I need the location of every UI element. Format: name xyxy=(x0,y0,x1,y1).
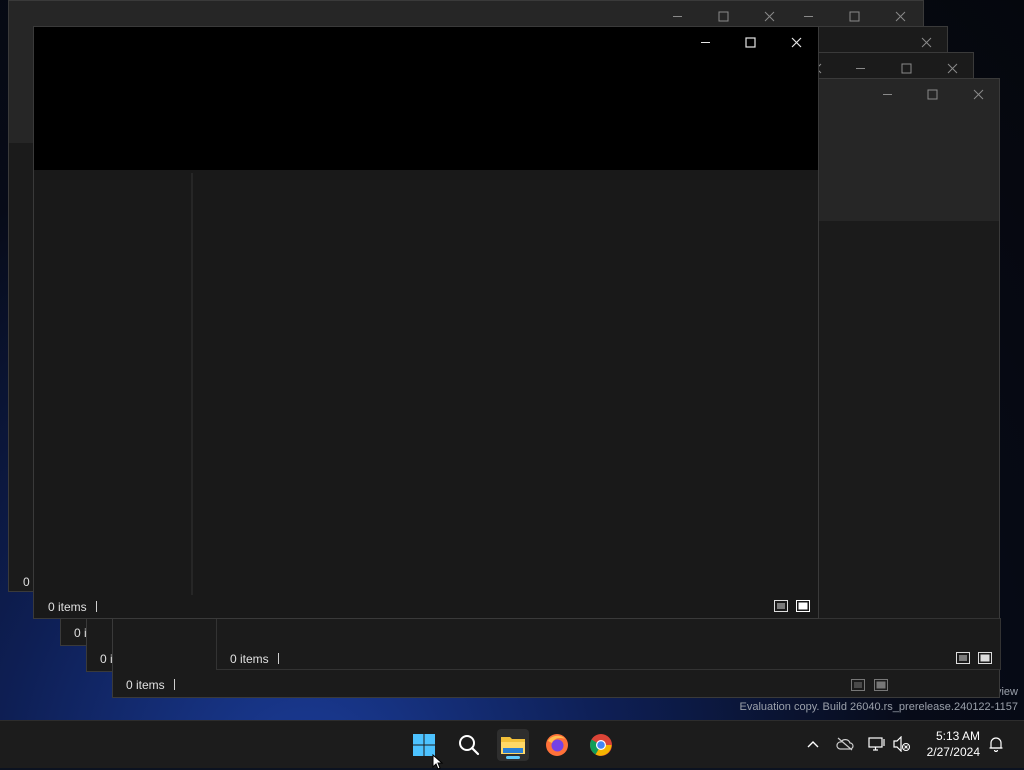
content-pane[interactable] xyxy=(194,170,818,595)
clock[interactable]: 5:13 AM 2/27/2024 xyxy=(927,728,980,760)
status-item-count: 0 items xyxy=(126,678,175,692)
navigation-pane-splitter[interactable] xyxy=(191,173,193,595)
clock-date: 2/27/2024 xyxy=(926,745,980,759)
minimize-button[interactable] xyxy=(682,27,728,57)
file-explorer-window[interactable]: 0 items xyxy=(33,26,819,619)
network-icon xyxy=(868,737,885,751)
navigation-pane[interactable] xyxy=(34,170,191,595)
clock-time: 5:13 AM xyxy=(935,729,980,743)
close-button[interactable] xyxy=(773,27,819,57)
close-button[interactable] xyxy=(955,79,1001,109)
large-icons-view-icon[interactable] xyxy=(978,652,992,664)
minimize-button[interactable] xyxy=(864,79,910,109)
bell-icon xyxy=(989,737,1003,752)
maximize-button[interactable] xyxy=(909,79,955,109)
back-window-5[interactable]: 0 items xyxy=(216,618,1001,670)
active-app-indicator xyxy=(506,756,520,759)
search-icon xyxy=(459,735,480,756)
firefox-icon xyxy=(546,734,568,756)
volume-muted-icon xyxy=(893,736,911,752)
cloud-offline-icon xyxy=(836,737,854,751)
chrome-icon xyxy=(590,734,612,756)
large-icons-view-icon[interactable] xyxy=(874,679,888,691)
file-explorer-taskbar-button[interactable] xyxy=(497,729,529,761)
watermark-line2: Evaluation copy. Build 26040.rs_prerelea… xyxy=(739,701,1018,713)
show-hidden-icons-button[interactable] xyxy=(804,735,822,753)
details-view-icon[interactable] xyxy=(851,679,865,691)
volume-button[interactable] xyxy=(893,735,911,753)
status-item-count: 0 items xyxy=(230,652,279,666)
onedrive-button[interactable] xyxy=(836,735,854,753)
firefox-taskbar-button[interactable] xyxy=(541,729,573,761)
notifications-button[interactable] xyxy=(987,735,1005,753)
details-view-icon[interactable] xyxy=(774,600,788,612)
chevron-up-icon xyxy=(807,741,819,748)
status-item-count: 0 items xyxy=(48,600,97,614)
maximize-button[interactable] xyxy=(727,27,773,57)
network-button[interactable] xyxy=(868,735,886,753)
search-button[interactable] xyxy=(453,729,485,761)
large-icons-view-icon[interactable] xyxy=(796,600,810,612)
folder-icon xyxy=(501,737,525,754)
chrome-taskbar-button[interactable] xyxy=(585,729,617,761)
details-view-icon[interactable] xyxy=(956,652,970,664)
